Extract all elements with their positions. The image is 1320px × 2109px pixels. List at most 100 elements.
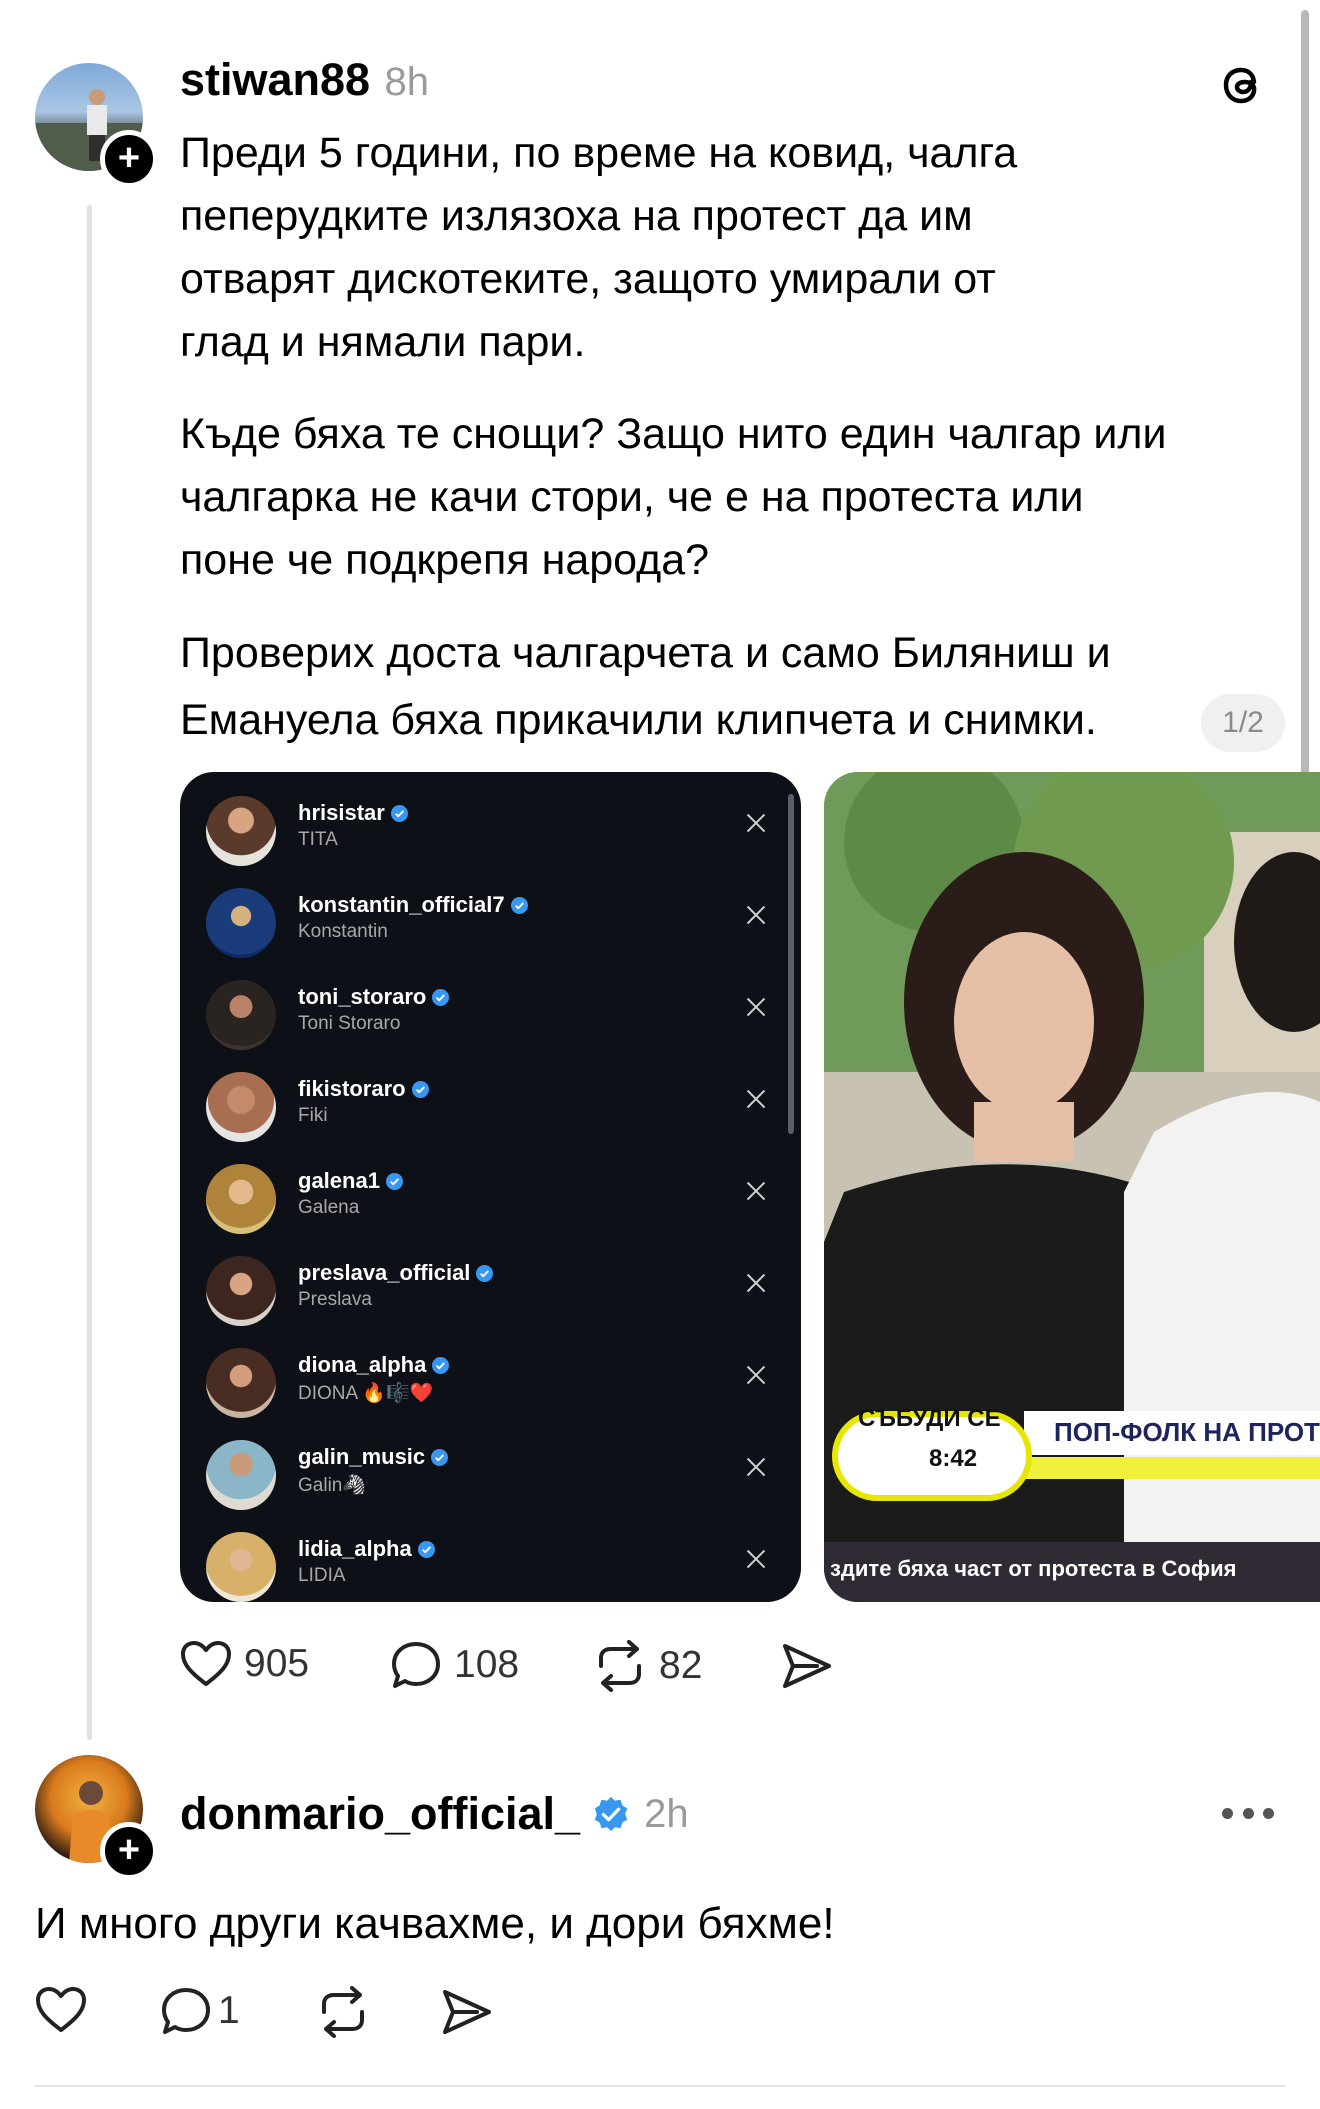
follow-display-name: DIONA 🔥🎼❤️	[298, 1383, 434, 1404]
follow-display-name: TITA	[298, 829, 338, 850]
remove-x-icon[interactable]	[745, 904, 767, 926]
remove-x-icon[interactable]	[745, 1180, 767, 1202]
page-indicator: 1/2	[1201, 694, 1285, 752]
post-text-line: Преди 5 години, по време на ковид, чалга	[180, 129, 1018, 177]
comment-button[interactable]: 108	[390, 1640, 519, 1690]
follow-username: lidia_alpha	[298, 1536, 412, 1561]
follow-avatar	[206, 1072, 276, 1142]
reply-like-button[interactable]	[35, 1986, 87, 2034]
reply-username[interactable]: donmario_official_	[180, 1788, 580, 1840]
divider	[35, 2085, 1285, 2087]
follow-list-item: lidia_alpha LIDIA	[180, 1522, 801, 1602]
tv-clock: 8:42	[929, 1445, 978, 1472]
post-text-line: Къде бяха те снощи? Защо нито един чалга…	[180, 410, 1167, 458]
follow-list-item: preslava_official Preslava	[180, 1246, 801, 1338]
follow-username: diona_alpha	[298, 1352, 427, 1377]
follow-username: konstantin_official7	[298, 892, 505, 917]
verified-badge-icon	[431, 1449, 449, 1466]
share-button[interactable]	[781, 1642, 833, 1690]
threads-logo-icon[interactable]	[1216, 60, 1266, 110]
post-text-line: отварят дискотеките, защото умирали от	[180, 255, 996, 303]
follow-display-name: Galin🦓	[298, 1475, 367, 1496]
reply-repost-button[interactable]	[316, 1986, 370, 2038]
verified-badge-icon	[432, 1357, 450, 1374]
verified-badge-icon	[594, 1796, 628, 1832]
follow-list-item: galin_music Galin🦓	[180, 1430, 801, 1522]
follow-username: galin_music	[298, 1444, 426, 1469]
tv-logo-text: СЪБУДИ СЕ	[858, 1405, 1001, 1432]
comment-bubble-icon	[392, 1642, 440, 1688]
tv-lower-third: ПОП-ФОЛК НА ПРОТ СЪБУДИ СЕ 8:42	[824, 1397, 1320, 1517]
remove-x-icon[interactable]	[745, 1272, 767, 1294]
remove-x-icon[interactable]	[745, 996, 767, 1018]
post-text-line: поне че подкрепя народа?	[180, 536, 710, 584]
post-timestamp: 8h	[384, 60, 430, 104]
remove-x-icon[interactable]	[745, 1088, 767, 1110]
follow-avatar	[206, 1164, 276, 1234]
follow-plus-icon[interactable]: +	[100, 130, 158, 188]
follow-avatar	[206, 980, 276, 1050]
tv-caption: здите бяха част от протеста в София	[830, 1556, 1237, 1581]
verified-badge-icon	[385, 1173, 403, 1190]
thread-line	[87, 205, 92, 1740]
send-icon	[783, 1644, 831, 1688]
follow-avatar	[206, 1532, 276, 1602]
verified-badge-icon	[411, 1081, 429, 1098]
like-count: 905	[244, 1642, 310, 1685]
reply-text: И много други качвахме, и дори бяхме!	[35, 1899, 835, 1948]
post-text-line: Проверих доста чалгарчета и само Биляниш…	[180, 629, 1111, 677]
follow-display-name: Galena	[298, 1197, 360, 1218]
follow-list-item: konstantin_official7 Konstantin	[180, 878, 801, 970]
follow-plus-icon[interactable]: +	[100, 1822, 158, 1880]
follow-username: galena1	[298, 1168, 380, 1193]
verified-badge-icon	[476, 1265, 494, 1282]
post-text-line: чалгарка не качи стори, че е на протеста…	[180, 473, 1084, 521]
follow-list-item: fikistoraro Fiki	[180, 1062, 801, 1154]
repost-icon	[599, 1640, 641, 1692]
repost-count: 82	[659, 1644, 703, 1687]
reply-timestamp: 2h	[644, 1791, 689, 1836]
follow-avatar	[206, 1348, 276, 1418]
repost-button[interactable]: 82	[593, 1640, 702, 1692]
carousel-image-follow-list[interactable]: hrisistar TITA konstantin_official7 Kons…	[180, 772, 801, 1602]
post-text-line: пеперудките излязоха на протест да им	[180, 192, 973, 240]
comment-bubble-icon	[162, 1988, 210, 2034]
follow-username: fikistoraro	[298, 1076, 406, 1101]
send-icon	[443, 1990, 491, 2034]
follow-avatar	[206, 1256, 276, 1326]
heart-icon	[181, 1641, 231, 1686]
post-text-line: глад и нямали пари.	[180, 318, 586, 366]
follow-avatar	[206, 796, 276, 866]
reply-share-button[interactable]	[441, 1988, 493, 2036]
follow-avatar	[206, 1440, 276, 1510]
follow-avatar	[206, 888, 276, 958]
post-username[interactable]: stiwan88	[180, 54, 370, 105]
verified-badge-icon	[510, 897, 528, 914]
follow-display-name: Fiki	[298, 1105, 328, 1126]
follow-display-name: Konstantin	[298, 921, 388, 942]
remove-x-icon[interactable]	[745, 1364, 767, 1386]
tv-headline: ПОП-ФОЛК НА ПРОТ	[1054, 1417, 1320, 1447]
heart-icon	[36, 1987, 86, 2032]
verified-badge-icon	[390, 805, 408, 822]
carousel-image-tv-news[interactable]: ПОП-ФОЛК НА ПРОТ СЪБУДИ СЕ 8:42 здите бя…	[824, 772, 1320, 1602]
follow-username: preslava_official	[298, 1260, 471, 1285]
follow-username: hrisistar	[298, 800, 385, 825]
follow-username: toni_storaro	[298, 984, 427, 1009]
follow-list-item: toni_storaro Toni Storaro	[180, 970, 801, 1062]
follow-list-item: hrisistar TITA	[180, 786, 801, 878]
reply-comment-button[interactable]: 1	[160, 1986, 240, 2036]
remove-x-icon[interactable]	[745, 1456, 767, 1478]
verified-badge-icon	[432, 989, 450, 1006]
tv-yellow-bar	[1004, 1457, 1320, 1479]
follow-list-item: diona_alpha DIONA 🔥🎼❤️	[180, 1338, 801, 1430]
remove-x-icon[interactable]	[745, 812, 767, 834]
remove-x-icon[interactable]	[745, 1548, 767, 1570]
follow-list-item: galena1 Galena	[180, 1154, 801, 1246]
follow-display-name: Preslava	[298, 1289, 372, 1310]
like-button[interactable]: 905	[180, 1640, 309, 1688]
more-options-icon[interactable]	[1222, 1808, 1274, 1822]
reply-comment-count: 1	[218, 1989, 240, 2032]
verified-badge-icon	[417, 1541, 435, 1558]
follow-display-name: LIDIA	[298, 1565, 346, 1586]
